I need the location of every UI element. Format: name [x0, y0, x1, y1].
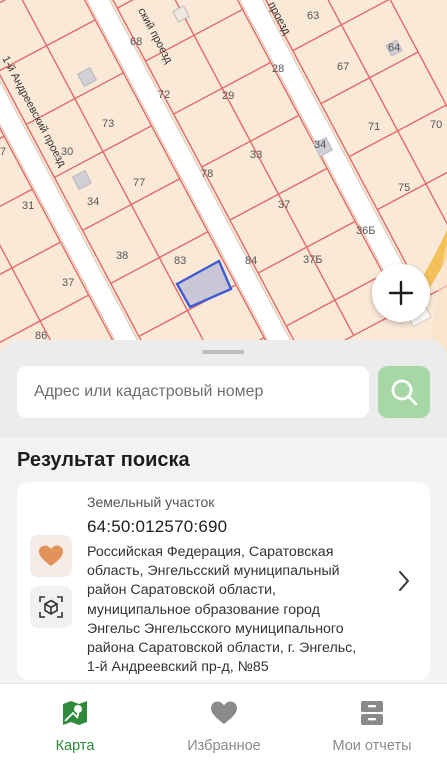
parcel-number: 37	[278, 199, 291, 211]
tab-label: Мои отчеты	[332, 738, 412, 754]
parcel-number: 77	[133, 177, 146, 189]
address-line: Энгельс Энгельсского муниципального	[87, 620, 344, 637]
parcel-number: 38	[116, 250, 129, 262]
cadastral-number: 64:50:012570:690	[87, 517, 228, 536]
results-title: Результат поиска	[17, 449, 190, 471]
address-line: района Саратовской области, г. Энгельс,	[87, 640, 357, 657]
parcel-number: 37Б	[303, 254, 323, 266]
parcel-number: 63	[307, 10, 320, 22]
parcel-number: 78	[201, 168, 214, 180]
parcel-number: 73	[102, 118, 115, 130]
map-icon	[63, 701, 87, 725]
cadastral-map[interactable]: 63 68 64 67 28 72 29 70 71 73 7 30 33 34…	[0, 0, 447, 380]
heart-icon	[39, 545, 63, 566]
sheet-drag-handle[interactable]	[202, 350, 244, 354]
parcel-address: Российская Федерация, Саратовская област…	[87, 543, 392, 677]
zoom-in-button[interactable]	[372, 264, 430, 322]
search-placeholder: Адрес или кадастровый номер	[34, 383, 264, 400]
address-line: Российская Федерация, Саратовская	[87, 544, 334, 560]
parcel-number: 28	[272, 63, 285, 75]
bottom-tab-bar: Карта Избранное Мои отчеты	[0, 683, 447, 768]
tab-my-reports[interactable]: Мои отчеты	[322, 684, 422, 768]
open-details-button[interactable]	[397, 570, 411, 597]
parcel-type: Земельный участок	[87, 494, 215, 510]
address-line: район Саратовской области,	[87, 582, 276, 599]
parcel-number: 68	[130, 36, 143, 48]
parcel-number: 29	[222, 90, 235, 102]
parcel-number: 72	[158, 89, 171, 101]
heart-icon	[211, 701, 237, 724]
parcel-number: 36Б	[356, 225, 376, 237]
parcel-number: 71	[368, 121, 381, 133]
search-icon	[391, 379, 418, 406]
parcel-number: 34	[87, 196, 100, 208]
archive-icon	[361, 701, 383, 725]
parcel-number: 64	[388, 42, 401, 54]
parcel-number: 31	[22, 200, 35, 212]
parcel-number: 83	[174, 255, 187, 267]
address-line: 1-й Андреевский пр-д, №85	[87, 659, 269, 676]
cube-scan-icon	[39, 596, 63, 618]
chevron-right-icon	[399, 571, 409, 591]
address-line: область, Энгельсский муниципальный	[87, 563, 340, 580]
parcel-number: 37	[62, 277, 75, 289]
parcel-number: 75	[398, 182, 411, 194]
map-canvas[interactable]	[0, 0, 447, 380]
favorite-button[interactable]	[30, 535, 72, 577]
tab-favorites[interactable]: Избранное	[170, 684, 278, 768]
parcel-number: 7	[0, 146, 7, 158]
search-input[interactable]: Адрес или кадастровый номер	[17, 366, 369, 418]
tab-map[interactable]: Карта	[30, 684, 120, 768]
parcel-number: 84	[245, 255, 258, 267]
tab-label: Карта	[55, 738, 95, 754]
plus-icon	[388, 280, 414, 306]
parcel-number: 34	[314, 139, 327, 151]
parcel-number: 67	[337, 61, 350, 73]
3d-view-button[interactable]	[30, 586, 72, 628]
parcel-number: 70	[430, 119, 443, 131]
tab-label: Избранное	[187, 738, 261, 754]
address-line: муниципальное образование город	[87, 601, 320, 618]
parcel-number: 33	[250, 149, 263, 161]
search-button[interactable]	[378, 366, 430, 418]
